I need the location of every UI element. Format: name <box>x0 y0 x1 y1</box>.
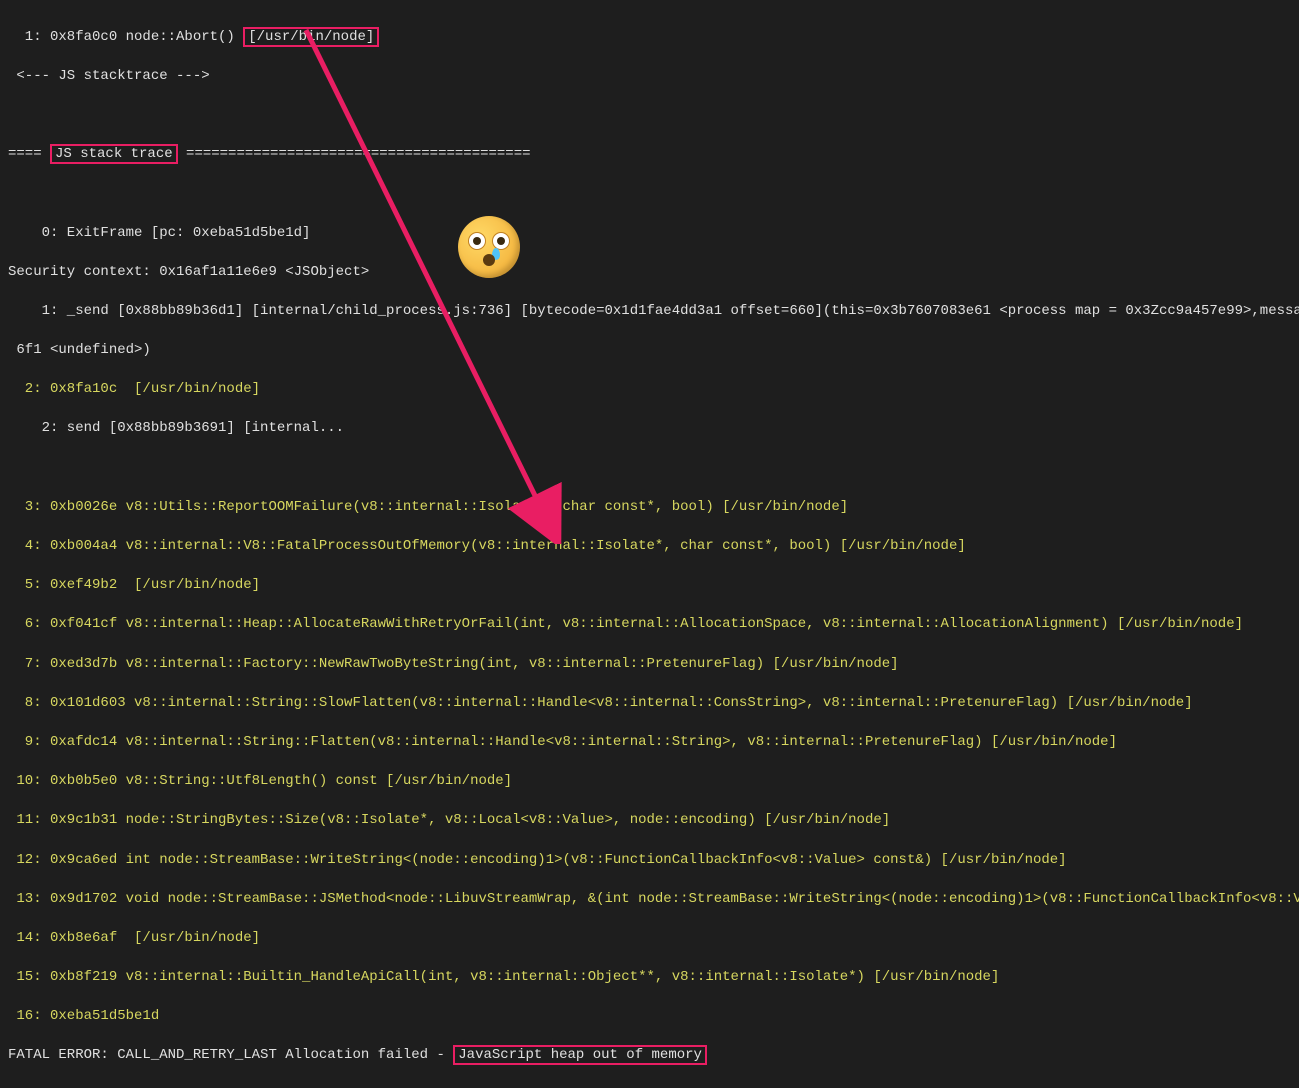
security-context: Security context: 0x16af1a11e6e9 <JSObje… <box>8 263 1291 283</box>
fatal-error-prefix: FATAL ERROR: CALL_AND_RETRY_LAST Allocat… <box>8 1047 453 1063</box>
stack-15: 15: 0xb8f219 v8::internal::Builtin_Handl… <box>8 968 1291 988</box>
highlight-usr-bin-node: [/usr/bin/node] <box>243 27 379 47</box>
stack-11: 11: 0x9c1b31 node::StringBytes::Size(v8:… <box>8 811 1291 831</box>
stack-8: 8: 0x101d603 v8::internal::String::SlowF… <box>8 694 1291 714</box>
stack-7: 7: 0xed3d7b v8::internal::Factory::NewRa… <box>8 655 1291 675</box>
stack-16: 16: 0xeba51d5be1d <box>8 1007 1291 1027</box>
frame-0: 0: ExitFrame [pc: 0xeba51d5be1d] <box>8 224 1291 244</box>
frame-2-send: 2: send [0x88bb89b3691] [internal... <box>8 419 1291 439</box>
terminal-output: 1: 0x8fa0c0 node::Abort() [/usr/bin/node… <box>0 0 1299 1088</box>
frame-1-undefined: 6f1 <undefined>) <box>8 341 1291 361</box>
stack-3: 3: 0xb0026e v8::Utils::ReportOOMFailure(… <box>8 498 1291 518</box>
stack-5: 5: 0xef49b2 [/usr/bin/node] <box>8 576 1291 596</box>
js-stacktrace-marker: <--- JS stacktrace ---> <box>8 67 1291 87</box>
stack-10: 10: 0xb0b5e0 v8::String::Utf8Length() co… <box>8 772 1291 792</box>
stack-frame-2-yellow: 2: 0x8fa10c [/usr/bin/node] <box>8 380 1291 400</box>
stack-14: 14: 0xb8e6af [/usr/bin/node] <box>8 929 1291 949</box>
stack-12: 12: 0x9ca6ed int node::StreamBase::Write… <box>8 851 1291 871</box>
sweat-emoji-icon <box>458 216 520 278</box>
stack-13: 13: 0x9d1702 void node::StreamBase::JSMe… <box>8 890 1291 910</box>
stack-trace-header-prefix: ==== <box>8 146 50 162</box>
stack-trace-header-suffix: ========================================… <box>178 146 531 162</box>
highlight-heap-out-of-memory: JavaScript heap out of memory <box>453 1045 707 1065</box>
stack-9: 9: 0xafdc14 v8::internal::String::Flatte… <box>8 733 1291 753</box>
stack-6: 6: 0xf041cf v8::internal::Heap::Allocate… <box>8 615 1291 635</box>
stack-line-1-prefix: 1: 0x8fa0c0 node::Abort() <box>8 29 243 45</box>
frame-1-send: 1: _send [0x88bb89b36d1] [internal/child… <box>8 302 1291 322</box>
highlight-js-stack-trace: JS stack trace <box>50 144 178 164</box>
stack-4: 4: 0xb004a4 v8::internal::V8::FatalProce… <box>8 537 1291 557</box>
